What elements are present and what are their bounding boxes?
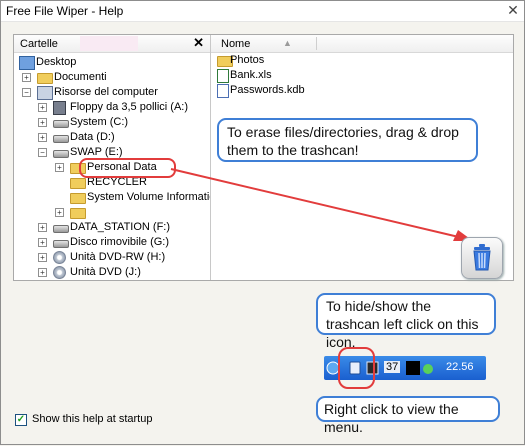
- tray-black-icon: [406, 361, 420, 375]
- callout-text: To erase files/directories, drag & drop …: [227, 124, 459, 158]
- trashcan-icon[interactable]: [461, 237, 503, 279]
- hide-show-callout: To hide/show the trashcan left click on …: [316, 293, 496, 350]
- tray-icon-highlight: [338, 347, 375, 389]
- help-window: Free File Wiper - Help ✕ Cartelle ✕ Desk…: [0, 0, 525, 445]
- tray-leaf-icon: [423, 364, 433, 374]
- right-click-callout: Right click to view the menu.: [316, 396, 500, 435]
- show-help-checkbox[interactable]: ✓: [15, 414, 27, 426]
- drag-drop-callout: To erase files/directories, drag & drop …: [217, 118, 478, 162]
- tray-number: 37: [384, 361, 401, 373]
- tray-clock: 22.56: [446, 361, 474, 373]
- show-help-label: Show this help at startup: [32, 413, 153, 425]
